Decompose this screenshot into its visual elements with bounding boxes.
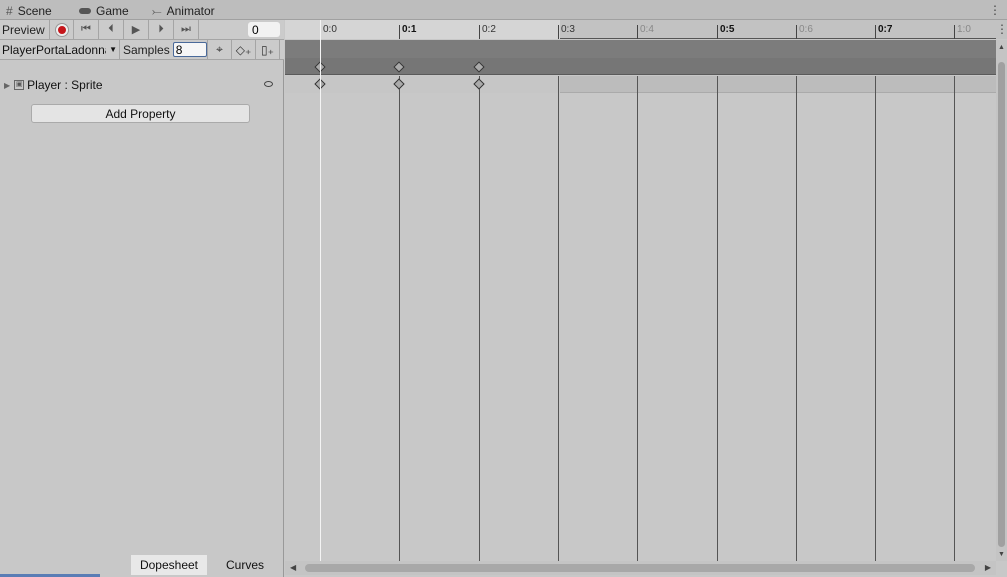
window-tab-bar: # Scene Game ⤚ Animator ⋮ <box>0 0 1007 20</box>
expand-triangle-icon[interactable]: ▶ <box>4 81 10 90</box>
tab-scene[interactable]: # Scene <box>6 2 52 20</box>
horizontal-scrollbar[interactable]: ◀ ▶ <box>285 561 996 575</box>
scroll-up-icon[interactable]: ▲ <box>998 44 1005 51</box>
add-event-icon: ▯₊ <box>261 42 274 57</box>
property-row[interactable]: ▶ ▣ Player : Sprite <box>0 76 284 94</box>
ruler-tick <box>796 25 797 39</box>
ruler-tick-label: 1:0 <box>957 24 971 35</box>
play-button[interactable]: ▶ <box>124 20 149 39</box>
tab-scene-label: Scene <box>17 4 52 18</box>
grid-line <box>954 76 955 561</box>
preview-button[interactable]: Preview <box>0 20 50 39</box>
summary-row <box>285 40 996 58</box>
property-label: Player : Sprite <box>27 78 103 92</box>
record-button[interactable] <box>50 20 74 39</box>
timeline-menu-icon[interactable]: ⋮ <box>996 20 1007 39</box>
vertical-scrollbar[interactable]: ▲ ▼ <box>996 40 1007 561</box>
ruler-tick <box>399 25 400 39</box>
grid-line <box>796 76 797 561</box>
vertical-scroll-thumb[interactable] <box>998 62 1005 547</box>
scroll-right-icon[interactable]: ▶ <box>985 563 991 572</box>
crosshair-icon: ⌖ <box>216 42 223 56</box>
tab-animator-label: Animator <box>166 4 215 18</box>
grid-line <box>875 76 876 561</box>
view-mode-tabs: Dopesheet Curves <box>0 555 284 575</box>
clip-keyframe-row <box>285 58 996 75</box>
animator-icon: ⤚ <box>152 3 162 18</box>
grid-line <box>558 76 559 561</box>
scroll-left-icon[interactable]: ◀ <box>290 563 296 572</box>
step-forward-icon: ⏵ <box>158 23 164 35</box>
ruler-tick-label: 0:2 <box>482 24 496 35</box>
clip-toolbar: PlayerPortaLadonna ▼ Samples ⌖ ◇₊ ▯₊ <box>0 40 284 60</box>
record-icon <box>55 23 68 36</box>
playback-toolbar: Preview ⏮ ⏴ ▶ ⏵ ⏭ <box>0 20 284 40</box>
grid-line <box>637 76 638 561</box>
ruler-tick-label: 0:1 <box>402 24 417 35</box>
tab-curves[interactable]: Curves <box>207 555 283 575</box>
ruler-tick <box>717 25 718 39</box>
gamepad-icon <box>79 8 91 14</box>
property-options-icon[interactable] <box>264 81 273 87</box>
last-keyframe-button[interactable]: ⏭ <box>174 20 199 39</box>
add-keyframe-target-button[interactable]: ⌖ <box>208 40 232 59</box>
tab-dopesheet[interactable]: Dopesheet <box>131 555 207 575</box>
frame-field-wrapper <box>199 20 284 39</box>
ruler-tick <box>637 25 638 39</box>
grid-icon: # <box>6 4 13 18</box>
playhead[interactable] <box>320 20 321 561</box>
samples-label: Samples <box>123 42 170 57</box>
scroll-down-icon[interactable]: ▼ <box>998 551 1005 558</box>
property-keyframe-row-active <box>285 76 560 93</box>
tab-game-label: Game <box>96 4 129 18</box>
tab-game[interactable]: Game <box>79 2 129 20</box>
horizontal-scroll-thumb[interactable] <box>305 564 975 572</box>
clip-name: PlayerPortaLadonna <box>2 42 106 57</box>
window-menu-icon[interactable]: ⋮ <box>989 3 1001 17</box>
ruler-tick-label: 0:4 <box>640 24 654 35</box>
add-property-button[interactable]: Add Property <box>31 104 250 123</box>
ruler-tick-label: 0:6 <box>799 24 813 35</box>
add-event-button[interactable]: ▯₊ <box>256 40 280 59</box>
clip-selector-dropdown[interactable]: PlayerPortaLadonna ▼ <box>0 40 120 59</box>
add-keyframe-button[interactable]: ◇₊ <box>232 40 256 59</box>
grid-line <box>399 76 400 561</box>
add-keyframe-icon: ◇₊ <box>235 42 252 57</box>
current-frame-input[interactable] <box>248 22 280 37</box>
step-back-icon: ⏴ <box>108 23 114 35</box>
grid-line <box>479 76 480 561</box>
time-ruler[interactable]: 0:0 0:1 0:2 0:3 0:4 0:5 0:6 0:7 1:0 <box>285 20 996 39</box>
ruler-tick <box>479 25 480 39</box>
grid-line <box>717 76 718 561</box>
ruler-tick-label: 0:0 <box>323 24 337 35</box>
next-keyframe-button[interactable]: ⏵ <box>149 20 174 39</box>
ruler-tick <box>954 25 955 39</box>
ruler-tick-label: 0:5 <box>720 24 735 35</box>
first-keyframe-button[interactable]: ⏮ <box>74 20 99 39</box>
play-icon: ▶ <box>131 24 141 36</box>
ruler-tick <box>875 25 876 39</box>
skip-to-end-icon: ⏭ <box>181 23 191 35</box>
ruler-tick-label: 0:7 <box>878 24 893 35</box>
prev-keyframe-button[interactable]: ⏴ <box>99 20 124 39</box>
ruler-tick <box>558 25 559 39</box>
tab-animator[interactable]: ⤚ Animator <box>152 2 215 20</box>
sprite-renderer-icon: ▣ <box>14 80 25 90</box>
dopesheet-timeline: 0:0 0:1 0:2 0:3 0:4 0:5 0:6 0:7 1:0 ⋮ ▲ ▼ ◀ ▶ <box>285 20 1007 577</box>
samples-input[interactable] <box>172 42 207 57</box>
skip-to-start-icon: ⏮ <box>81 23 91 35</box>
chevron-down-icon: ▼ <box>109 45 117 54</box>
animation-properties-panel: Preview ⏮ ⏴ ▶ ⏵ ⏭ PlayerPortaLadonna ▼ S… <box>0 20 284 577</box>
ruler-tick-label: 0:3 <box>561 24 575 35</box>
samples-field: Samples <box>120 40 208 59</box>
